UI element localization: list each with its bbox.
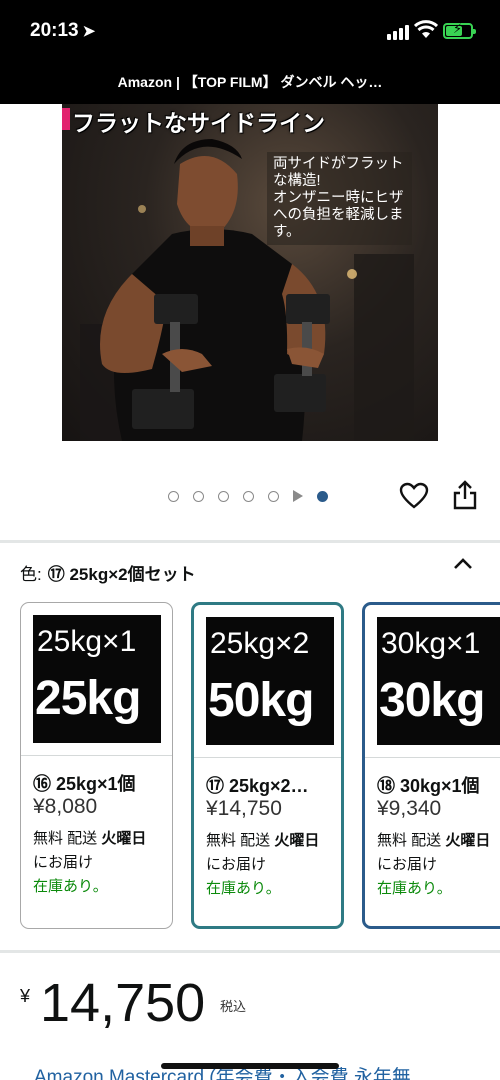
gallery-dot[interactable] — [168, 490, 179, 502]
product-image-gallery[interactable]: フラットなサイドライン 両サイドがフラットな構造! オンザニー時にヒザへの負担を… — [0, 104, 500, 540]
variant-carousel[interactable]: 25kg×1 25kg ⑯ 25kg×1個 ¥8,080 無料 配送 火曜日 に… — [20, 602, 500, 932]
variant-stock: 在庫あり。 — [206, 880, 281, 897]
swatch-label-big: 25kg — [35, 672, 141, 725]
swatch-label-small: 25kg×1 — [37, 625, 137, 658]
variant-name: ⑯ 25kg×1個 — [33, 774, 136, 794]
variant-delivery: にお届け — [206, 856, 267, 873]
variant-shipping: 無料 配送 火曜日 — [33, 827, 146, 848]
color-selector-header: 色: ⑰ 25kg×2個セット — [20, 560, 196, 585]
gallery-dot-active[interactable] — [317, 490, 328, 502]
variant-delivery: にお届け — [33, 854, 94, 871]
share-icon[interactable] — [452, 480, 478, 510]
variant-card[interactable]: 30kg×1 30kg ⑱ 30kg×1個 ¥9,340 無料 配送 火曜日 に… — [362, 602, 500, 929]
selected-color-value: ⑰ 25kg×2個セット — [47, 565, 196, 584]
heart-icon[interactable] — [399, 482, 429, 510]
card-divider — [21, 755, 172, 756]
swatch-label-small: 25kg×2 — [210, 627, 310, 660]
swatch-label-big: 30kg — [379, 674, 485, 727]
shipping-prefix: 無料 配送 — [33, 830, 102, 847]
shipping-day: 火曜日 — [445, 832, 491, 849]
gallery-dot[interactable] — [243, 490, 254, 502]
currency-symbol: ¥ — [20, 986, 31, 1006]
video-play-icon[interactable] — [293, 490, 303, 502]
shipping-day: 火曜日 — [274, 832, 320, 849]
section-divider — [0, 950, 500, 953]
shipping-prefix: 無料 配送 — [206, 832, 275, 849]
swatch-label-small: 30kg×1 — [381, 627, 481, 660]
gallery-dot[interactable] — [193, 490, 204, 502]
banner-accent — [62, 108, 70, 130]
status-bar: 20:13 ➤ ⚡ Amazon | 【TOP FILM】 ダンベル ヘッ… — [0, 0, 500, 104]
page-title: Amazon | 【TOP FILM】 ダンベル ヘッ… — [117, 74, 383, 90]
section-divider — [0, 540, 500, 543]
time-text: 20:13 — [30, 20, 79, 41]
variant-name: ⑰ 25kg×2… — [206, 776, 309, 796]
feature-banner: フラットなサイドライン — [62, 104, 325, 136]
variant-price: ¥9,340 — [377, 797, 442, 820]
price-amount: 14,750 — [40, 973, 206, 1033]
cellular-signal-icon — [387, 24, 409, 40]
variant-shipping: 無料 配送 火曜日 — [206, 829, 319, 850]
banner-text: フラットなサイドライン — [72, 110, 325, 136]
status-time: 20:13 ➤ — [30, 20, 95, 42]
gallery-dot[interactable] — [268, 490, 279, 502]
variant-name: ⑱ 30kg×1個 — [377, 776, 480, 796]
variant-price: ¥8,080 — [33, 795, 98, 818]
chevron-up-icon[interactable] — [452, 555, 474, 573]
card-divider — [365, 757, 500, 758]
tax-note: 税込 — [220, 999, 247, 1014]
variant-card-selected[interactable]: 25kg×2 50kg ⑰ 25kg×2… ¥14,750 無料 配送 火曜日 … — [191, 602, 344, 929]
home-indicator[interactable] — [161, 1063, 339, 1069]
location-arrow-icon: ➤ — [82, 23, 96, 40]
wifi-icon — [414, 20, 438, 38]
variant-swatch: 25kg×2 50kg — [206, 617, 334, 745]
swatch-label-big: 50kg — [208, 674, 314, 727]
variant-swatch: 25kg×1 25kg — [33, 615, 161, 743]
variant-price: ¥14,750 — [206, 797, 282, 820]
gallery-pagination[interactable] — [168, 489, 342, 503]
card-divider — [194, 757, 341, 758]
shipping-day: 火曜日 — [101, 830, 147, 847]
variant-shipping: 無料 配送 火曜日 — [377, 829, 490, 850]
battery-icon: ⚡ — [443, 22, 476, 39]
variant-card[interactable]: 25kg×1 25kg ⑯ 25kg×1個 ¥8,080 無料 配送 火曜日 に… — [20, 602, 173, 929]
variant-stock: 在庫あり。 — [33, 878, 108, 895]
feature-callout: 両サイドがフラットな構造! オンザニー時にヒザへの負担を軽減します。 — [267, 152, 412, 245]
shipping-prefix: 無料 配送 — [377, 832, 446, 849]
variant-delivery: にお届け — [377, 856, 438, 873]
product-photo[interactable]: フラットなサイドライン 両サイドがフラットな構造! オンザニー時にヒザへの負担を… — [62, 104, 438, 441]
gallery-dot[interactable] — [218, 490, 229, 502]
variant-swatch: 30kg×1 30kg — [377, 617, 500, 745]
variant-stock: 在庫あり。 — [377, 880, 452, 897]
color-label: 色: — [20, 565, 42, 584]
